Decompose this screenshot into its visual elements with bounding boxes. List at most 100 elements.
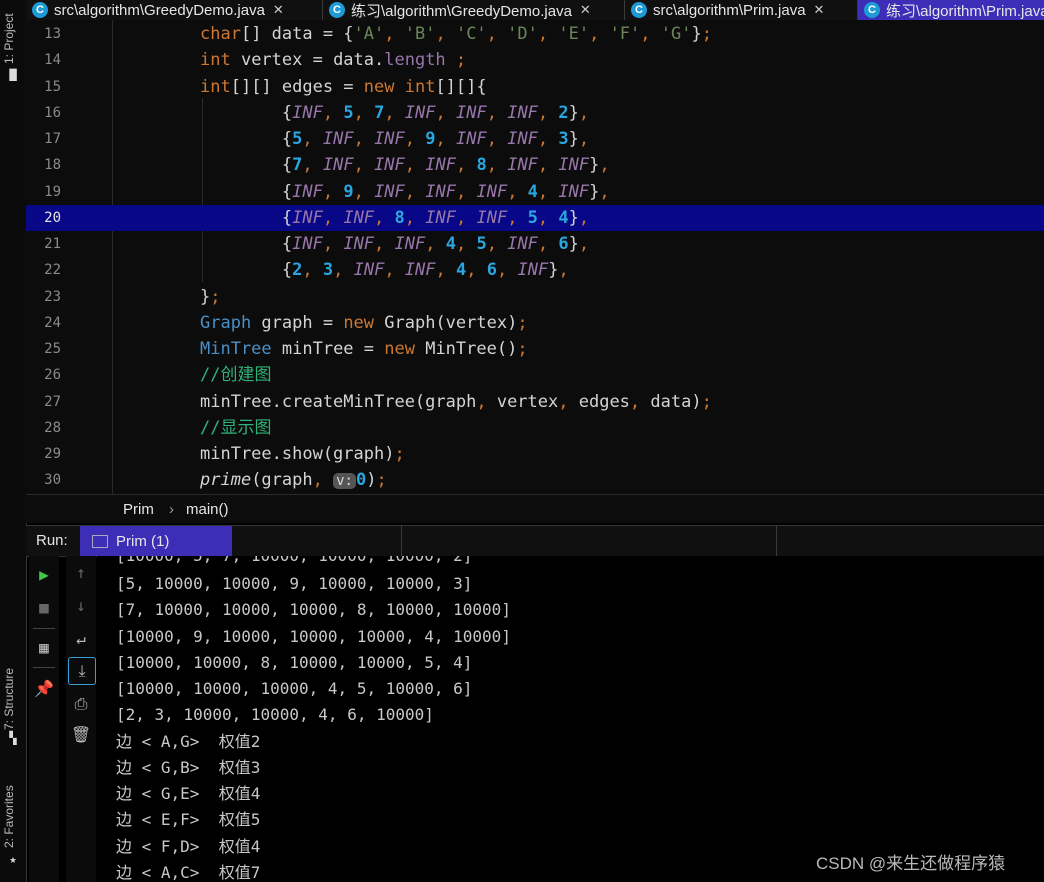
line-number: 21 <box>44 236 61 252</box>
divider <box>401 526 402 556</box>
scroll-to-end-icon[interactable]: ⤓ <box>68 657 96 685</box>
structure-tool-button[interactable]: 7: Structure <box>2 652 16 730</box>
line-number: 20 <box>44 210 61 226</box>
console-line: 边 < G,B> 权值3 <box>116 758 261 777</box>
line-number: 24 <box>44 315 61 331</box>
code-line: 26 //创建图 <box>26 362 1044 388</box>
run-tool-window-header: Run: Prim (1) <box>26 525 1044 557</box>
console-line: 边 < G,E> 权值4 <box>116 784 261 803</box>
breadcrumb-separator: › <box>169 501 174 518</box>
current-code-line: 20 {INF, INF, 8, INF, INF, 5, 4}, <box>26 205 1044 231</box>
run-tab-prim[interactable]: Prim (1) <box>80 526 232 556</box>
arrow-down-icon[interactable]: ↓ <box>66 593 96 619</box>
line-number: 19 <box>44 184 61 200</box>
tab-src-prim[interactable]: C src\algorithm\Prim.java ✕ <box>625 0 858 20</box>
code-line: 21 {INF, INF, INF, 4, 5, INF, 6}, <box>26 231 1044 257</box>
tab-lianxi-prim[interactable]: C 练习\algorithm\Prim.java <box>858 0 1044 20</box>
tab-src-greedydemo[interactable]: C src\algorithm\GreedyDemo.java ✕ <box>26 0 323 20</box>
code-comment: //创建图 <box>200 365 272 385</box>
tool-window-strip: 1: Project ▇ 7: Structure ▚ 2: Favorites… <box>0 0 27 882</box>
line-number: 18 <box>44 157 61 173</box>
star-icon: ★ <box>9 852 17 866</box>
line-number: 26 <box>44 367 61 383</box>
console-line: 边 < A,G> 权值2 <box>116 732 261 751</box>
line-number: 16 <box>44 105 61 121</box>
tab-label: src\algorithm\GreedyDemo.java <box>54 1 265 19</box>
console-line: [10000, 10000, 8, 10000, 10000, 5, 4] <box>116 653 473 672</box>
run-label: Run: <box>36 532 68 549</box>
arrow-up-icon[interactable]: ↑ <box>66 560 96 586</box>
folder-icon: ▇ <box>9 67 17 81</box>
console-line: 边 < F,D> 权值4 <box>116 837 261 856</box>
code-line: 25 MinTree minTree = new MinTree(); <box>26 336 1044 362</box>
stop-icon[interactable]: ■ <box>29 595 59 621</box>
pin-icon[interactable]: 📌 <box>29 676 59 702</box>
line-number: 30 <box>44 472 61 488</box>
code-line: 19 {INF, 9, INF, INF, INF, 4, INF}, <box>26 179 1044 205</box>
print-icon[interactable]: ⎙ <box>66 691 96 717</box>
tab-label: src\algorithm\Prim.java <box>653 1 806 19</box>
console-line: [10000, 5, 7, 10000, 10000, 10000, 2] <box>116 556 472 569</box>
console-line: 边 < A,C> 权值7 <box>116 863 261 882</box>
code-comment: //显示图 <box>200 418 272 438</box>
line-number: 25 <box>44 341 61 357</box>
code-line: 18 {7, INF, INF, INF, 8, INF, INF}, <box>26 152 1044 178</box>
console-icon <box>92 534 108 548</box>
breadcrumb-class[interactable]: Prim <box>123 501 154 518</box>
code-line: 13 char[] data = {'A', 'B', 'C', 'D', 'E… <box>26 21 1044 47</box>
code-line: 24 Graph graph = new Graph(vertex); <box>26 310 1044 336</box>
trash-icon[interactable]: 🗑 <box>66 722 96 748</box>
layout-icon[interactable]: ▦ <box>29 635 59 661</box>
console-toolbar: ↑ ↓ ↵ ⤓ ⎙ 🗑 <box>66 556 96 882</box>
code-line: 16 {INF, 5, 7, INF, INF, INF, 2}, <box>26 100 1044 126</box>
tab-lianxi-greedydemo[interactable]: C 练习\algorithm\GreedyDemo.java ✕ <box>323 0 625 20</box>
console-output[interactable]: [10000, 5, 7, 10000, 10000, 10000, 2] [5… <box>97 556 1044 882</box>
code-line: 15 int[][] edges = new int[][]{ <box>26 74 1044 100</box>
line-number: 14 <box>44 52 61 68</box>
structure-icon: ▚ <box>9 731 17 745</box>
project-tool-button[interactable]: 1: Project <box>2 4 16 64</box>
console-line: [7, 10000, 10000, 10000, 8, 10000, 10000… <box>116 600 511 619</box>
console-line: [10000, 9, 10000, 10000, 10000, 4, 10000… <box>116 627 511 646</box>
editor-tab-bar: C src\algorithm\GreedyDemo.java ✕ C 练习\a… <box>26 0 1044 20</box>
code-line: 28 //显示图 <box>26 415 1044 441</box>
code-line: 14 int vertex = data.length ; <box>26 47 1044 73</box>
java-class-icon: C <box>631 2 647 18</box>
parameter-hint: v: <box>333 473 356 489</box>
line-number: 13 <box>44 26 61 42</box>
line-number: 17 <box>44 131 61 147</box>
watermark: CSDN @来生还做程序猿 <box>816 854 1006 873</box>
tab-label: 练习\algorithm\Prim.java <box>886 2 1044 20</box>
line-number: 22 <box>44 262 61 278</box>
code-line: 17 {5, INF, INF, 9, INF, INF, 3}, <box>26 126 1044 152</box>
code-line: 22 {2, 3, INF, INF, 4, 6, INF}, <box>26 257 1044 283</box>
rerun-icon[interactable]: ▶ <box>29 562 59 588</box>
code-line: 23 }; <box>26 284 1044 310</box>
close-icon[interactable]: ✕ <box>814 2 825 18</box>
breadcrumb-method[interactable]: main() <box>186 501 229 518</box>
soft-wrap-icon[interactable]: ↵ <box>66 626 96 652</box>
line-number: 28 <box>44 420 61 436</box>
line-number: 15 <box>44 79 61 95</box>
code-line: 29 minTree.show(graph); <box>26 441 1044 467</box>
java-class-icon: C <box>32 2 48 18</box>
console-line: [2, 3, 10000, 10000, 4, 6, 10000] <box>116 705 434 724</box>
console-line: [5, 10000, 10000, 9, 10000, 10000, 3] <box>116 574 473 593</box>
java-class-icon: C <box>329 2 345 18</box>
breadcrumb: Prim › main() <box>26 494 1044 523</box>
code-line: 27 minTree.createMinTree(graph, vertex, … <box>26 389 1044 415</box>
close-icon[interactable]: ✕ <box>580 2 591 18</box>
java-class-icon: C <box>864 2 880 18</box>
code-editor[interactable]: 13 char[] data = {'A', 'B', 'C', 'D', 'E… <box>26 20 1044 494</box>
line-number: 23 <box>44 289 61 305</box>
favorites-tool-button[interactable]: 2: Favorites <box>2 776 16 848</box>
code-line: 30 prime(graph, v: 0); <box>26 467 1044 493</box>
line-number: 27 <box>44 394 61 410</box>
run-toolbar: ▶ ■ ▦ 📌 <box>29 556 59 882</box>
console-line: 边 < E,F> 权值5 <box>116 810 261 829</box>
close-icon[interactable]: ✕ <box>273 2 284 18</box>
run-tab-label: Prim (1) <box>116 532 170 550</box>
line-number: 29 <box>44 446 61 462</box>
tab-label: 练习\algorithm\GreedyDemo.java <box>351 2 572 20</box>
console-line: [10000, 10000, 10000, 4, 5, 10000, 6] <box>116 679 473 698</box>
